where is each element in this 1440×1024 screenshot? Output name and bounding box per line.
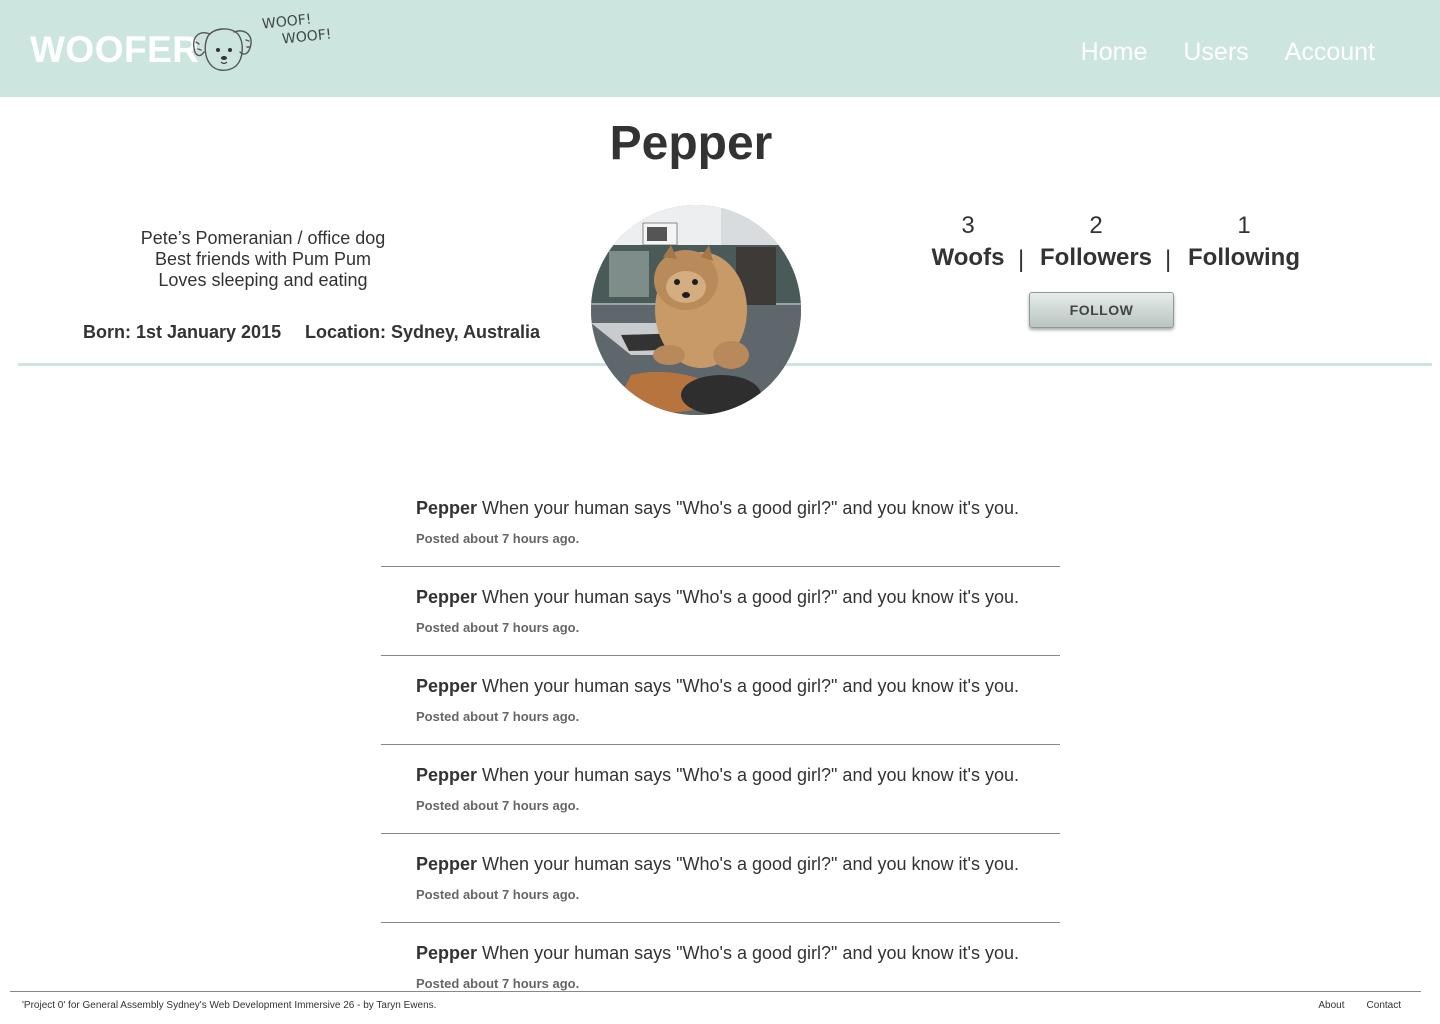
post-timestamp: Posted about 7 hours ago.	[416, 709, 580, 724]
profile-stats: 3 Woofs | 2 Followers | 1 Following	[930, 212, 1300, 273]
birth-date: Born: 1st January 2015	[83, 322, 282, 342]
post-timestamp: Posted about 7 hours ago.	[416, 531, 580, 546]
brand-logo-text[interactable]: WOOFER	[30, 29, 199, 71]
post-body: Pepper When your human says "Who's a goo…	[416, 498, 1019, 519]
nav-users[interactable]: Users	[1183, 38, 1248, 67]
followers-count: 2	[1089, 212, 1103, 239]
footer-credit: 'Project 0' for General Assembly Sydney'…	[22, 1000, 437, 1011]
post-body: Pepper When your human says "Who's a goo…	[416, 765, 1019, 786]
dog-logo-icon	[193, 28, 252, 71]
post-text: When your human says "Who's a good girl?…	[482, 498, 1019, 518]
post-timestamp: Posted about 7 hours ago.	[416, 976, 580, 991]
post-timestamp: Posted about 7 hours ago.	[416, 798, 580, 813]
followers-label: Followers	[1040, 244, 1153, 271]
woofs-label: Woofs	[931, 244, 1005, 271]
post-text: When your human says "Who's a good girl?…	[482, 676, 1019, 696]
footer-link-contact[interactable]: Contact	[1367, 1000, 1401, 1011]
post-body: Pepper When your human says "Who's a goo…	[416, 943, 1019, 964]
post-timestamp: Posted about 7 hours ago.	[416, 887, 580, 902]
top-bar: WOOFER WOOF! WOOF! Home Users Account	[0, 0, 1440, 97]
location: Location: Sydney, Australia	[305, 322, 541, 342]
bio-line: Pete’s Pomeranian / office dog	[140, 228, 386, 248]
post-timestamp: Posted about 7 hours ago.	[416, 620, 580, 635]
stat-following[interactable]: 1 Following	[1188, 212, 1300, 272]
post-author[interactable]: Pepper	[416, 676, 477, 696]
post-body: Pepper When your human says "Who's a goo…	[416, 676, 1019, 697]
footer-link-about[interactable]: About	[1318, 1000, 1344, 1011]
profile-bio: Pete’s Pomeranian / office dog Best frie…	[83, 228, 443, 291]
following-label: Following	[1188, 244, 1300, 271]
feed-post: Pepper When your human says "Who's a goo…	[381, 567, 1060, 656]
nav-home[interactable]: Home	[1081, 38, 1148, 67]
nav-account[interactable]: Account	[1285, 38, 1375, 67]
page-footer: 'Project 0' for General Assembly Sydney'…	[10, 991, 1421, 1024]
profile-avatar	[591, 205, 801, 415]
post-body: Pepper When your human says "Who's a goo…	[416, 854, 1019, 875]
following-count: 1	[1237, 212, 1251, 239]
stat-separator: |	[1165, 246, 1172, 273]
woofs-count: 3	[961, 212, 975, 239]
woof-feed: Pepper When your human says "Who's a goo…	[381, 478, 1060, 1012]
post-author[interactable]: Pepper	[416, 498, 477, 518]
post-text: When your human says "Who's a good girl?…	[482, 765, 1019, 785]
profile-name: Pepper	[609, 117, 773, 170]
post-author[interactable]: Pepper	[416, 854, 477, 874]
post-author[interactable]: Pepper	[416, 765, 477, 785]
bio-line: Best friends with Pum Pum	[154, 249, 372, 269]
bio-line: Loves sleeping and eating	[158, 270, 368, 290]
feed-post: Pepper When your human says "Who's a goo…	[381, 745, 1060, 834]
main-nav: Home Users Account	[1081, 38, 1375, 67]
post-text: When your human says "Who's a good girl?…	[482, 854, 1019, 874]
feed-post: Pepper When your human says "Who's a goo…	[381, 656, 1060, 745]
feed-post: Pepper When your human says "Who's a goo…	[381, 478, 1060, 567]
pomeranian-photo	[591, 205, 801, 415]
stat-followers[interactable]: 2 Followers	[1040, 212, 1152, 272]
follow-button[interactable]: FOLLOW	[1029, 292, 1174, 328]
feed-post: Pepper When your human says "Who's a goo…	[381, 834, 1060, 923]
footer-links: About Contact	[1318, 1000, 1401, 1011]
stat-separator: |	[1018, 246, 1025, 273]
post-author[interactable]: Pepper	[416, 943, 477, 963]
post-text: When your human says "Who's a good girl?…	[482, 943, 1019, 963]
post-author[interactable]: Pepper	[416, 587, 477, 607]
post-text: When your human says "Who's a good girl?…	[482, 587, 1019, 607]
stat-woofs[interactable]: 3 Woofs	[930, 212, 1006, 272]
post-body: Pepper When your human says "Who's a goo…	[416, 587, 1019, 608]
